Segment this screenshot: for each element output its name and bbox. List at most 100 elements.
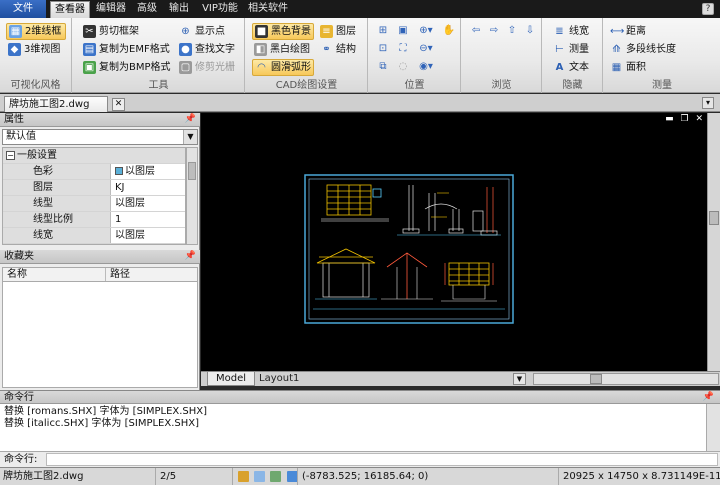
column-header-path[interactable]: 路径 bbox=[105, 268, 130, 281]
command-output: 替换 [romans.SHX] 字体为 [SIMPLEX.SHX] 替换 [it… bbox=[0, 404, 706, 451]
scrollbar-thumb[interactable] bbox=[188, 162, 196, 180]
black-background-icon: ■ bbox=[255, 25, 268, 38]
distance-button[interactable]: ⟷ 距离 bbox=[608, 23, 646, 40]
property-row[interactable]: 线型比例 1 bbox=[3, 212, 185, 228]
collapse-icon[interactable]: − bbox=[6, 151, 15, 160]
tab-editor[interactable]: 编辑器 bbox=[93, 2, 129, 16]
zoom-fit-icon[interactable]: ⛶ bbox=[395, 41, 411, 56]
arrow-up-icon[interactable]: ⇧ bbox=[504, 23, 520, 38]
close-icon[interactable]: ✕ bbox=[112, 98, 125, 111]
smooth-arc-button[interactable]: ◠ 圆滑弧形 bbox=[252, 59, 314, 76]
find-text-icon: ● bbox=[179, 43, 192, 56]
property-row[interactable]: 色彩 以图层 bbox=[3, 164, 185, 180]
snap-icon[interactable] bbox=[238, 471, 249, 482]
area-button[interactable]: ▦ 面积 bbox=[608, 59, 646, 76]
property-value[interactable]: 1 bbox=[113, 212, 185, 227]
property-key: 线宽 bbox=[3, 228, 111, 243]
properties-selector[interactable]: 默认值 ▼ bbox=[2, 129, 198, 145]
tab-viewer[interactable]: 查看器 bbox=[50, 1, 90, 18]
layers-button[interactable]: ≡ 图层 bbox=[318, 23, 356, 40]
tab-advanced[interactable]: 高级 bbox=[133, 2, 161, 16]
command-scrollbar[interactable] bbox=[706, 404, 720, 451]
canvas-horizontal-scrollbar[interactable] bbox=[533, 373, 719, 385]
arrow-left-icon[interactable]: ⇦ bbox=[468, 23, 484, 38]
copy-bmp-button[interactable]: ▣ 复制为BMP格式 bbox=[81, 59, 171, 76]
property-value[interactable]: KJ bbox=[113, 180, 185, 195]
clip-frame-button[interactable]: ✂ 剪切框架 bbox=[81, 23, 139, 40]
polyline-length-button[interactable]: ⟰ 多段线长度 bbox=[608, 41, 676, 58]
chevron-down-icon[interactable]: ▼ bbox=[183, 130, 197, 144]
polar-icon[interactable] bbox=[286, 471, 297, 482]
hide-measure-button[interactable]: ⊢ 测量 bbox=[551, 41, 589, 58]
text-button[interactable]: A 文本 bbox=[551, 59, 589, 76]
property-value[interactable]: 以图层 bbox=[113, 196, 185, 211]
zoom-out-icon[interactable]: ⊖▾ bbox=[415, 41, 437, 56]
property-key: 图层 bbox=[3, 180, 111, 195]
globe-icon[interactable]: ◉▾ bbox=[415, 59, 437, 74]
scrollbar-thumb[interactable] bbox=[590, 374, 602, 384]
properties-title: 属性 📌 bbox=[0, 113, 200, 127]
tab-related-software[interactable]: 相关软件 bbox=[246, 2, 290, 16]
pan-hand-icon[interactable]: ✋ bbox=[441, 23, 457, 38]
copy-emf-label: 复制为EMF格式 bbox=[99, 44, 170, 55]
left-panel: 属性 📌 默认值 ▼ − 一般设置 色彩 以图层 图层 KJ 线型 以图层 线型… bbox=[0, 113, 200, 390]
command-input[interactable] bbox=[46, 453, 718, 466]
arrow-right-icon[interactable]: ⇨ bbox=[486, 23, 502, 38]
zoom-previous-icon[interactable]: ◌ bbox=[395, 59, 411, 74]
pin-icon[interactable]: 📌 bbox=[703, 391, 714, 404]
fit-icon[interactable]: ⊞ bbox=[375, 23, 391, 38]
lineweight-button[interactable]: ≣ 线宽 bbox=[551, 23, 589, 40]
zoom-extents-icon[interactable]: ⧉ bbox=[375, 59, 391, 74]
chevron-down-icon[interactable]: ▼ bbox=[513, 373, 526, 385]
pin-icon[interactable]: 📌 bbox=[185, 113, 196, 126]
find-text-button[interactable]: ● 查找文字 bbox=[177, 41, 235, 58]
clip-frame-label: 剪切框架 bbox=[99, 26, 139, 37]
properties-scrollbar[interactable] bbox=[186, 147, 198, 245]
favorites-list[interactable] bbox=[2, 282, 198, 388]
copy-emf-button[interactable]: ▤ 复制为EMF格式 bbox=[81, 41, 170, 58]
tab-output[interactable]: 输出 bbox=[165, 2, 193, 16]
chevron-down-icon[interactable]: ▾ bbox=[702, 97, 714, 109]
property-category[interactable]: − 一般设置 bbox=[3, 148, 185, 164]
property-value[interactable]: 以图层 bbox=[113, 228, 185, 243]
document-tab[interactable]: 牌坊施工图2.dwg ✕ bbox=[4, 96, 125, 112]
structure-button[interactable]: ⚭ 结构 bbox=[318, 41, 356, 58]
zoom-real-icon[interactable]: ▣ bbox=[395, 23, 411, 38]
black-background-button[interactable]: ■ 黑色背景 bbox=[252, 23, 314, 40]
ortho-icon[interactable] bbox=[270, 471, 282, 482]
show-points-label: 显示点 bbox=[195, 26, 225, 37]
column-header-name[interactable]: 名称 bbox=[7, 268, 27, 281]
grid-icon[interactable] bbox=[254, 471, 266, 482]
smooth-arc-label: 圆滑弧形 bbox=[271, 62, 311, 73]
property-row[interactable]: 线型 以图层 bbox=[3, 196, 185, 212]
tab-layout1[interactable]: Layout1 bbox=[251, 372, 307, 386]
arrow-down-icon[interactable]: ⇩ bbox=[522, 23, 538, 38]
property-row[interactable]: 线宽 以图层 bbox=[3, 228, 185, 244]
tab-vip[interactable]: VIP功能 bbox=[198, 2, 242, 16]
trim-raster-button[interactable]: ▢ 修剪光栅 bbox=[177, 59, 235, 76]
canvas-vertical-scrollbar[interactable] bbox=[707, 113, 720, 371]
property-value[interactable]: 以图层 bbox=[113, 164, 185, 179]
distance-icon: ⟷ bbox=[610, 26, 625, 37]
hide-measure-label: 测量 bbox=[569, 44, 589, 55]
view-3d-button[interactable]: ◆ 3维视图 bbox=[6, 41, 66, 58]
zoom-window-icon[interactable]: ⊡ bbox=[375, 41, 391, 56]
wireframe-icon: ▦ bbox=[9, 25, 22, 38]
command-panel-title: 命令行 📌 bbox=[0, 390, 720, 404]
show-points-button[interactable]: ⊕ 显示点 bbox=[177, 23, 225, 40]
command-prompt-label: 命令行: bbox=[4, 454, 38, 465]
help-icon[interactable]: ? bbox=[702, 3, 714, 15]
file-menu[interactable]: 文件 bbox=[0, 0, 46, 18]
black-white-button[interactable]: ◧ 黑白绘图 bbox=[252, 41, 310, 58]
group-browse: ⇦ ⇨ ⇧ ⇩ 浏览 bbox=[462, 18, 542, 93]
menu-bar: 文件 查看器 编辑器 高级 输出 VIP功能 相关软件 ? bbox=[0, 0, 720, 18]
zoom-in-icon[interactable]: ⊕▾ bbox=[415, 23, 437, 38]
structure-label: 结构 bbox=[336, 44, 356, 55]
pin-icon[interactable]: 📌 bbox=[185, 250, 196, 263]
scrollbar-thumb[interactable] bbox=[709, 211, 719, 225]
document-tab-title: 牌坊施工图2.dwg bbox=[9, 99, 90, 110]
tab-model[interactable]: Model bbox=[207, 372, 256, 386]
wireframe-2d-button[interactable]: ▦ 2维线框 bbox=[6, 23, 66, 40]
drawing-canvas[interactable]: ▬ ❐ ✕ bbox=[201, 113, 707, 371]
property-row[interactable]: 图层 KJ bbox=[3, 180, 185, 196]
